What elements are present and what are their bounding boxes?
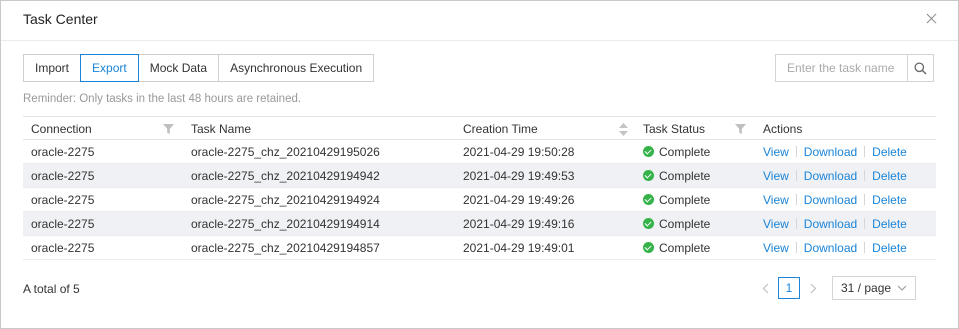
sort-icon[interactable]: [619, 123, 628, 136]
status-cell: Complete: [643, 140, 710, 164]
header-task-status: Task Status: [643, 122, 706, 136]
download-link[interactable]: Download: [804, 241, 857, 255]
header-task-name: Task Name: [191, 122, 252, 136]
task-name-cell: oracle-2275_chz_20210429195026: [191, 145, 380, 159]
header-creation-time: Creation Time: [463, 122, 538, 136]
view-link[interactable]: View: [763, 145, 789, 159]
view-link[interactable]: View: [763, 217, 789, 231]
task-name-cell: oracle-2275_chz_20210429194924: [191, 193, 380, 207]
download-link[interactable]: Download: [804, 217, 857, 231]
table-header-row: Connection Task Name Creation Time Task …: [23, 116, 936, 140]
dialog-title: Task Center: [23, 11, 98, 27]
tab-export[interactable]: Export: [80, 54, 139, 82]
divider: [864, 218, 866, 229]
tab-mock-data[interactable]: Mock Data: [137, 54, 220, 82]
task-search: [775, 54, 934, 82]
connection-cell: oracle-2275: [31, 193, 95, 207]
task-table: Connection Task Name Creation Time Task …: [23, 116, 936, 260]
pagination: 1 31 / page: [756, 276, 916, 300]
divider: [795, 170, 797, 181]
creation-time-cell: 2021-04-29 19:49:53: [463, 169, 575, 183]
page-number-current[interactable]: 1: [778, 277, 800, 299]
divider: [795, 242, 797, 253]
connection-cell: oracle-2275: [31, 217, 95, 231]
status-cell: Complete: [643, 212, 710, 236]
connection-cell: oracle-2275: [31, 169, 95, 183]
status-text: Complete: [659, 193, 711, 207]
retention-reminder: Reminder: Only tasks in the last 48 hour…: [23, 93, 302, 105]
check-circle-icon: [643, 170, 654, 181]
divider: [795, 218, 797, 229]
status-text: Complete: [659, 169, 711, 183]
divider: [795, 146, 797, 157]
table-row: oracle-2275 oracle-2275_chz_202104291949…: [23, 212, 936, 236]
check-circle-icon: [643, 194, 654, 205]
table-row: oracle-2275 oracle-2275_chz_202104291948…: [23, 236, 936, 260]
header-actions: Actions: [763, 122, 803, 136]
creation-time-cell: 2021-04-29 19:49:26: [463, 193, 575, 207]
actions-cell: View Download Delete: [763, 236, 907, 260]
actions-cell: View Download Delete: [763, 164, 907, 188]
filter-icon[interactable]: [735, 124, 746, 134]
task-name-cell: oracle-2275_chz_20210429194914: [191, 217, 380, 231]
delete-link[interactable]: Delete: [872, 169, 907, 183]
divider: [864, 242, 866, 253]
download-link[interactable]: Download: [804, 145, 857, 159]
delete-link[interactable]: Delete: [872, 193, 907, 207]
tab-import[interactable]: Import: [23, 54, 82, 82]
creation-time-cell: 2021-04-29 19:49:16: [463, 217, 575, 231]
table-row: oracle-2275 oracle-2275_chz_202104291949…: [23, 164, 936, 188]
chevron-down-icon: [897, 285, 907, 291]
view-link[interactable]: View: [763, 169, 789, 183]
next-page-button[interactable]: [804, 277, 822, 299]
connection-cell: oracle-2275: [31, 241, 95, 255]
search-input[interactable]: [776, 55, 907, 81]
status-text: Complete: [659, 217, 711, 231]
download-link[interactable]: Download: [804, 169, 857, 183]
task-name-cell: oracle-2275_chz_20210429194942: [191, 169, 380, 183]
check-circle-icon: [643, 242, 654, 253]
view-link[interactable]: View: [763, 241, 789, 255]
chevron-left-icon: [762, 283, 768, 293]
task-center-dialog: Task Center Import Export Mock Data Asyn…: [0, 0, 959, 329]
check-circle-icon: [643, 146, 654, 157]
search-button[interactable]: [907, 55, 933, 81]
status-text: Complete: [659, 145, 711, 159]
view-link[interactable]: View: [763, 193, 789, 207]
status-cell: Complete: [643, 236, 710, 260]
tab-asynchronous-execution[interactable]: Asynchronous Execution: [218, 54, 375, 82]
connection-cell: oracle-2275: [31, 145, 95, 159]
chevron-right-icon: [810, 283, 816, 293]
actions-cell: View Download Delete: [763, 188, 907, 212]
dialog-header: Task Center: [1, 1, 958, 41]
delete-link[interactable]: Delete: [872, 145, 907, 159]
page-size-select[interactable]: 31 / page: [832, 276, 916, 300]
status-cell: Complete: [643, 188, 710, 212]
divider: [864, 146, 866, 157]
task-name-cell: oracle-2275_chz_20210429194857: [191, 241, 380, 255]
page-size-value: 31 / page: [841, 281, 892, 295]
divider: [795, 194, 797, 205]
status-text: Complete: [659, 241, 711, 255]
creation-time-cell: 2021-04-29 19:49:01: [463, 241, 575, 255]
actions-cell: View Download Delete: [763, 212, 907, 236]
header-connection: Connection: [31, 122, 92, 136]
divider: [864, 194, 866, 205]
table-row: oracle-2275 oracle-2275_chz_202104291950…: [23, 140, 936, 164]
status-cell: Complete: [643, 164, 710, 188]
prev-page-button[interactable]: [756, 277, 774, 299]
creation-time-cell: 2021-04-29 19:50:28: [463, 145, 575, 159]
table-row: oracle-2275 oracle-2275_chz_202104291949…: [23, 188, 936, 212]
task-type-tabs: Import Export Mock Data Asynchronous Exe…: [23, 54, 375, 82]
delete-link[interactable]: Delete: [872, 217, 907, 231]
actions-cell: View Download Delete: [763, 140, 907, 164]
total-count: A total of 5: [23, 282, 80, 296]
check-circle-icon: [643, 218, 654, 229]
divider: [864, 170, 866, 181]
close-icon[interactable]: [924, 11, 940, 27]
download-link[interactable]: Download: [804, 193, 857, 207]
filter-icon[interactable]: [163, 124, 174, 134]
search-icon: [914, 61, 927, 74]
delete-link[interactable]: Delete: [872, 241, 907, 255]
